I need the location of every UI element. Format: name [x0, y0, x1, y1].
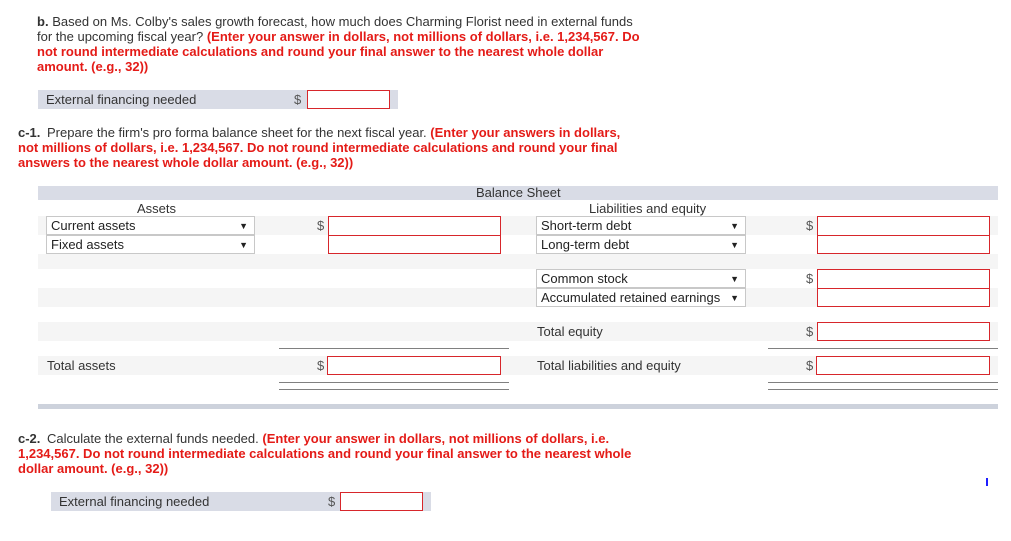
total-equity-input[interactable]: [817, 322, 990, 341]
dropdown-arrow-icon: ▼: [730, 221, 739, 231]
row-bg: [38, 254, 998, 269]
balance-sheet-title: Balance Sheet: [476, 185, 561, 200]
equity-input-1[interactable]: [817, 269, 990, 289]
equity-select-2[interactable]: Accumulated retained earnings ▼: [536, 288, 746, 307]
external-financing-label-c2: External financing needed: [59, 494, 210, 509]
currency-symbol: $: [806, 271, 814, 286]
total-assets-input[interactable]: [327, 356, 501, 375]
question-c2-label: c-2.: [18, 431, 41, 446]
dropdown-arrow-icon: ▼: [730, 240, 739, 250]
currency-symbol: $: [806, 324, 814, 339]
balance-sheet-footer: [38, 404, 998, 409]
external-financing-input-b[interactable]: [307, 90, 390, 109]
asset-input-1[interactable]: [328, 216, 501, 236]
external-financing-input-c2[interactable]: [340, 492, 423, 511]
asset-select-2[interactable]: Fixed assets ▼: [46, 235, 255, 254]
total-liabilities-equity-input[interactable]: [816, 356, 990, 375]
asset-select-1[interactable]: Current assets ▼: [46, 216, 255, 235]
external-financing-label-b: External financing needed: [46, 92, 197, 107]
equity-select-2-value: Accumulated retained earnings: [541, 290, 721, 305]
dropdown-arrow-icon: ▼: [239, 240, 248, 250]
currency-symbol: $: [294, 92, 302, 107]
asset-select-2-value: Fixed assets: [51, 237, 124, 252]
question-c2: c-2. Calculate the external funds needed.…: [18, 431, 638, 476]
asset-select-1-value: Current assets: [51, 218, 136, 233]
assets-header: Assets: [137, 201, 177, 216]
liabilities-equity-header: Liabilities and equity: [589, 201, 707, 216]
equity-select-1[interactable]: Common stock ▼: [536, 269, 746, 288]
liability-select-1[interactable]: Short-term debt ▼: [536, 216, 746, 235]
total-double-line-right: [768, 389, 998, 390]
question-c1-label: c-1.: [18, 125, 41, 140]
total-liabilities-equity-label: Total liabilities and equity: [537, 358, 681, 373]
text-cursor-icon: [986, 478, 988, 486]
liability-select-2-value: Long-term debt: [541, 237, 630, 252]
asset-input-2[interactable]: [328, 235, 501, 254]
question-c1-text: Prepare the firm's pro forma balance she…: [47, 125, 427, 140]
total-double-line-left: [279, 382, 509, 383]
liability-select-2[interactable]: Long-term debt ▼: [536, 235, 746, 254]
question-c2-text: Calculate the external funds needed.: [47, 431, 259, 446]
currency-symbol: $: [806, 218, 814, 233]
currency-symbol: $: [806, 358, 814, 373]
liability-input-2[interactable]: [817, 235, 990, 254]
subtotal-line-right: [768, 348, 998, 349]
currency-symbol: $: [317, 218, 325, 233]
total-assets-label: Total assets: [47, 358, 116, 373]
equity-select-1-value: Common stock: [541, 271, 628, 286]
liability-select-1-value: Short-term debt: [541, 218, 632, 233]
liability-input-1[interactable]: [817, 216, 990, 236]
currency-symbol: $: [317, 358, 325, 373]
question-b-label: b.: [37, 14, 49, 29]
total-equity-label: Total equity: [537, 324, 603, 339]
currency-symbol: $: [328, 494, 336, 509]
dropdown-arrow-icon: ▼: [730, 293, 739, 303]
subtotal-line-left: [279, 348, 509, 349]
total-double-line-right: [768, 382, 998, 383]
question-b: b. Based on Ms. Colby's sales growth for…: [37, 14, 642, 74]
question-c1: c-1. Prepare the firm's pro forma balance…: [18, 125, 638, 170]
total-double-line-left: [279, 389, 509, 390]
dropdown-arrow-icon: ▼: [730, 274, 739, 284]
dropdown-arrow-icon: ▼: [239, 221, 248, 231]
equity-input-2[interactable]: [817, 288, 990, 307]
